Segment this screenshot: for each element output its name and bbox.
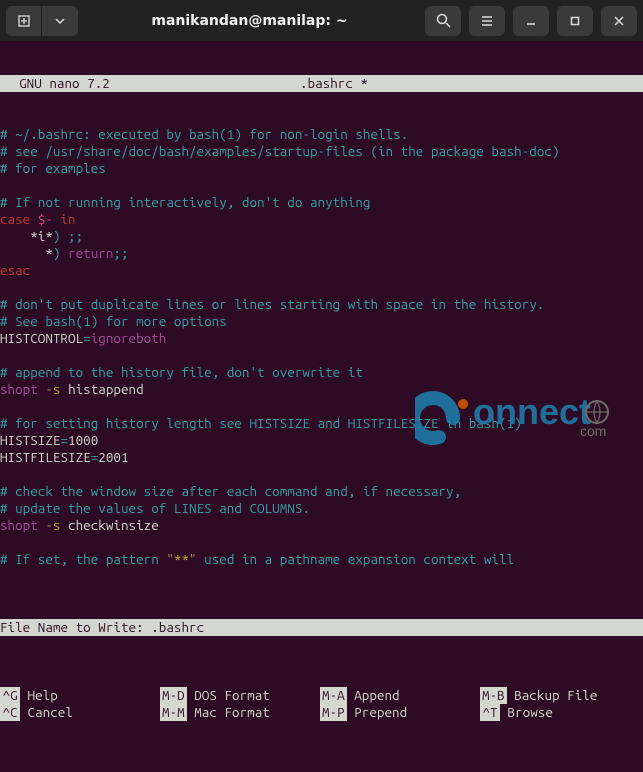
maximize-button[interactable] [557,6,593,36]
search-icon [436,13,451,28]
help-label: Append [347,687,400,703]
maximize-icon [569,15,581,27]
help-item: ^C Cancel [0,704,160,721]
help-label: Help [20,687,58,703]
prompt-input[interactable]: .bashrc [151,619,643,636]
help-row: ^C CancelM-M Mac FormatM-P Prepend^T Bro… [0,704,643,721]
new-tab-button[interactable] [6,6,42,36]
help-key: M-D [160,687,187,704]
editor-line [0,466,643,483]
nano-filename: .bashrc * [300,75,368,92]
help-item: M-P Prepend [320,704,480,721]
editor-line: # ~/.bashrc: executed by bash(1) for non… [0,126,643,143]
help-label: Browse [500,704,553,720]
close-icon [613,15,625,27]
editor-body: # ~/.bashrc: executed by bash(1) for non… [0,126,643,568]
help-item: ^G Help [0,687,160,704]
help-item: M-B Backup File [480,687,643,704]
help-label: Mac Format [187,704,270,720]
help-key: ^T [480,704,500,721]
editor-line [0,398,643,415]
nano-header: GNU nano 7.2 .bashrc * [0,75,643,92]
editor-line: HISTSIZE=1000 [0,432,643,449]
editor-line: # If not running interactively, don't do… [0,194,643,211]
search-button[interactable] [425,6,461,36]
editor-line: # for setting history length see HISTSIZ… [0,415,643,432]
help-item: M-M Mac Format [160,704,320,721]
editor-line: # See bash(1) for more options [0,313,643,330]
editor-line: HISTCONTROL=ignoreboth [0,330,643,347]
help-label: Prepend [347,704,407,720]
editor-line: *i*) ;; [0,228,643,245]
minimize-button[interactable] [513,6,549,36]
chevron-down-icon [55,16,65,26]
editor-line: # don't put duplicate lines or lines sta… [0,296,643,313]
prompt-label: File Name to Write: [0,619,151,636]
editor-line: *) return;; [0,245,643,262]
editor-line [0,177,643,194]
editor-line: # append to the history file, don't over… [0,364,643,381]
editor-line: # see /usr/share/doc/bash/examples/start… [0,143,643,160]
new-tab-group [6,6,78,36]
close-button[interactable] [601,6,637,36]
new-tab-dropdown[interactable] [42,6,78,36]
help-key: M-M [160,704,187,721]
editor-line: # for examples [0,160,643,177]
editor-line: # update the values of LINES and COLUMNS… [0,500,643,517]
editor-line: shopt -s checkwinsize [0,517,643,534]
help-key: M-P [320,704,347,721]
help-key: ^C [0,704,20,721]
help-item: M-D DOS Format [160,687,320,704]
editor-line [0,347,643,364]
editor-line [0,279,643,296]
editor-line: # If set, the pattern "**" used in a pat… [0,551,643,568]
help-item: M-A Append [320,687,480,704]
editor-line: # check the window size after each comma… [0,483,643,500]
window-title: manikandan@manilap: ~ [82,13,417,29]
help-row: ^G HelpM-D DOS FormatM-A AppendM-B Backu… [0,687,643,704]
titlebar: manikandan@manilap: ~ [0,0,643,41]
help-bar: ^G HelpM-D DOS FormatM-A AppendM-B Backu… [0,687,643,721]
editor-line: HISTFILESIZE=2001 [0,449,643,466]
help-label: Backup File [507,687,598,703]
minimize-icon [525,15,537,27]
editor-line: case $- in [0,211,643,228]
filename-prompt: File Name to Write: .bashrc [0,619,643,636]
hamburger-icon [480,14,494,28]
nano-version: GNU nano 7.2 [0,75,300,92]
terminal[interactable]: GNU nano 7.2 .bashrc * # ~/.bashrc: exec… [0,41,643,772]
menu-button[interactable] [469,6,505,36]
editor-line: shopt -s histappend [0,381,643,398]
help-label: DOS Format [187,687,270,703]
editor-line: esac [0,262,643,279]
help-item: ^T Browse [480,704,643,721]
help-key: M-B [480,687,507,704]
help-key: M-A [320,687,347,704]
plus-icon [17,14,31,28]
editor-line [0,534,643,551]
help-label: Cancel [20,704,73,720]
help-key: ^G [0,687,20,704]
